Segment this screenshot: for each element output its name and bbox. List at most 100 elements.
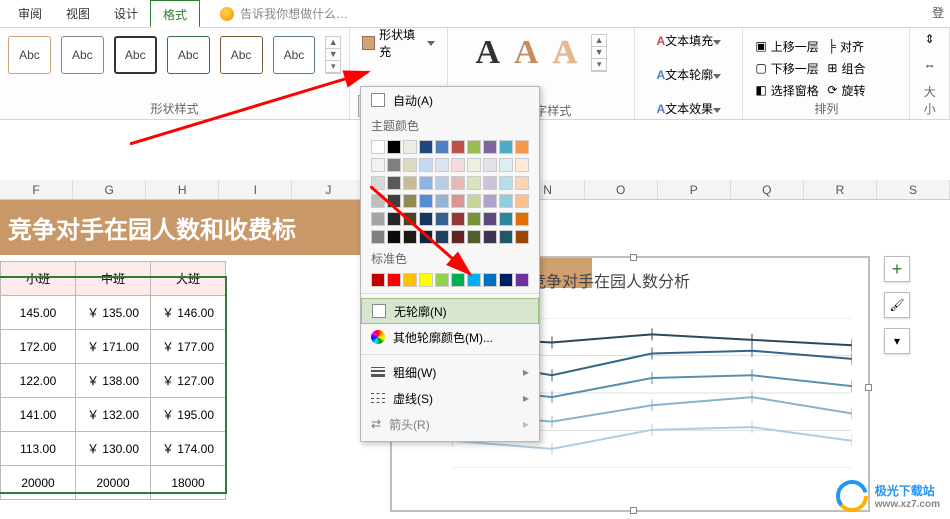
tab-view[interactable]: 视图	[54, 0, 102, 28]
color-swatch[interactable]	[387, 140, 401, 154]
color-swatch[interactable]	[403, 212, 417, 226]
shape-style-preset[interactable]: Abc	[8, 36, 51, 74]
color-swatch[interactable]	[499, 194, 513, 208]
column-header[interactable]: G	[73, 180, 146, 199]
table-cell[interactable]: ￥ 138.00	[76, 364, 151, 398]
color-swatch[interactable]	[371, 176, 385, 190]
color-swatch[interactable]	[467, 176, 481, 190]
color-swatch[interactable]	[371, 158, 385, 172]
color-swatch[interactable]	[371, 140, 385, 154]
column-header[interactable]: J	[292, 180, 365, 199]
chart-plus-button[interactable]: +	[884, 256, 910, 282]
color-swatch[interactable]	[451, 176, 465, 190]
color-swatch[interactable]	[387, 230, 401, 244]
table-row[interactable]: 200002000018000	[1, 466, 226, 500]
color-swatch[interactable]	[467, 158, 481, 172]
color-swatch[interactable]	[499, 158, 513, 172]
color-swatch[interactable]	[403, 176, 417, 190]
no-outline[interactable]: 无轮廓(N)	[361, 298, 539, 324]
color-swatch[interactable]	[515, 140, 529, 154]
color-swatch[interactable]	[419, 176, 433, 190]
color-swatch[interactable]	[451, 212, 465, 226]
shape-fill-button[interactable]: 形状填充	[358, 32, 439, 54]
color-swatch[interactable]	[515, 158, 529, 172]
shape-style-gallery-nav[interactable]: ▲▼▾	[325, 36, 341, 74]
chart-filter-button[interactable]: ▾	[884, 328, 910, 354]
color-swatch[interactable]	[371, 212, 385, 226]
table-cell[interactable]: 113.00	[1, 432, 76, 466]
color-swatch[interactable]	[371, 273, 385, 287]
color-swatch[interactable]	[451, 230, 465, 244]
column-header[interactable]: Q	[731, 180, 804, 199]
color-swatch[interactable]	[467, 230, 481, 244]
column-header[interactable]: F	[0, 180, 73, 199]
table-row[interactable]: 113.00￥ 130.00￥ 174.00	[1, 432, 226, 466]
text-fill-button[interactable]: A文本填充	[656, 32, 721, 49]
color-swatch[interactable]	[387, 194, 401, 208]
color-swatch[interactable]	[467, 212, 481, 226]
tab-format[interactable]: 格式	[150, 0, 200, 28]
table-row[interactable]: 122.00￥ 138.00￥ 127.00	[1, 364, 226, 398]
outline-dashes[interactable]: 虚线(S)▸	[361, 385, 539, 411]
color-swatch[interactable]	[515, 230, 529, 244]
tab-design[interactable]: 设计	[102, 0, 150, 28]
color-swatch[interactable]	[419, 273, 433, 287]
table-cell[interactable]: ￥ 174.00	[151, 432, 226, 466]
table-cell[interactable]: ￥ 146.00	[151, 296, 226, 330]
table-cell[interactable]: 145.00	[1, 296, 76, 330]
bring-forward-button[interactable]: ▣上移一层	[751, 36, 821, 56]
table-cell[interactable]: ￥ 177.00	[151, 330, 226, 364]
table-cell[interactable]: 141.00	[1, 398, 76, 432]
shape-style-preset[interactable]: Abc	[61, 36, 104, 74]
table-cell[interactable]: ￥ 195.00	[151, 398, 226, 432]
outline-weight[interactable]: 粗细(W)▸	[361, 359, 539, 385]
table-row[interactable]: 145.00￥ 135.00￥ 146.00	[1, 296, 226, 330]
color-swatch[interactable]	[435, 194, 449, 208]
shape-style-preset[interactable]: Abc	[114, 36, 157, 74]
color-swatch[interactable]	[467, 194, 481, 208]
color-swatch[interactable]	[435, 212, 449, 226]
wordart-gallery-nav[interactable]: ▲▼▾	[591, 34, 607, 72]
wordart-preset[interactable]: A	[475, 34, 500, 72]
color-swatch[interactable]	[435, 230, 449, 244]
table-cell[interactable]: 18000	[151, 466, 226, 500]
tab-review[interactable]: 审阅	[6, 0, 54, 28]
color-swatch[interactable]	[483, 140, 497, 154]
column-header[interactable]: H	[146, 180, 219, 199]
table-cell[interactable]: 122.00	[1, 364, 76, 398]
group-button[interactable]: ⊞组合	[823, 58, 893, 78]
wordart-preset[interactable]: A	[514, 34, 539, 72]
color-swatch[interactable]	[371, 230, 385, 244]
login-button[interactable]: 登	[932, 4, 944, 21]
color-swatch[interactable]	[419, 212, 433, 226]
color-swatch[interactable]	[499, 273, 513, 287]
color-swatch[interactable]	[403, 273, 417, 287]
color-swatch[interactable]	[387, 273, 401, 287]
table-row[interactable]: 172.00￥ 171.00￥ 177.00	[1, 330, 226, 364]
column-header[interactable]: S	[877, 180, 950, 199]
color-swatch[interactable]	[387, 176, 401, 190]
color-swatch[interactable]	[403, 194, 417, 208]
color-swatch[interactable]	[483, 176, 497, 190]
column-header[interactable]: I	[219, 180, 292, 199]
color-swatch[interactable]	[451, 273, 465, 287]
column-header[interactable]: O	[585, 180, 658, 199]
tell-me[interactable]: 告诉我你想做什么…	[220, 5, 348, 22]
column-header[interactable]: R	[804, 180, 877, 199]
table-header[interactable]: 大班	[151, 262, 226, 296]
color-swatch[interactable]	[515, 176, 529, 190]
shape-style-preset[interactable]: Abc	[167, 36, 210, 74]
color-swatch[interactable]	[515, 273, 529, 287]
table-cell[interactable]: 20000	[76, 466, 151, 500]
color-swatch[interactable]	[403, 140, 417, 154]
send-backward-button[interactable]: ▢下移一层	[751, 58, 821, 78]
column-header[interactable]: P	[658, 180, 731, 199]
color-swatch[interactable]	[499, 230, 513, 244]
color-swatch[interactable]	[435, 140, 449, 154]
size-height-icon[interactable]: ⇕	[925, 32, 935, 46]
table-header[interactable]: 中班	[76, 262, 151, 296]
color-swatch[interactable]	[387, 212, 401, 226]
color-swatch[interactable]	[483, 158, 497, 172]
color-swatch[interactable]	[451, 140, 465, 154]
table-cell[interactable]: 20000	[1, 466, 76, 500]
